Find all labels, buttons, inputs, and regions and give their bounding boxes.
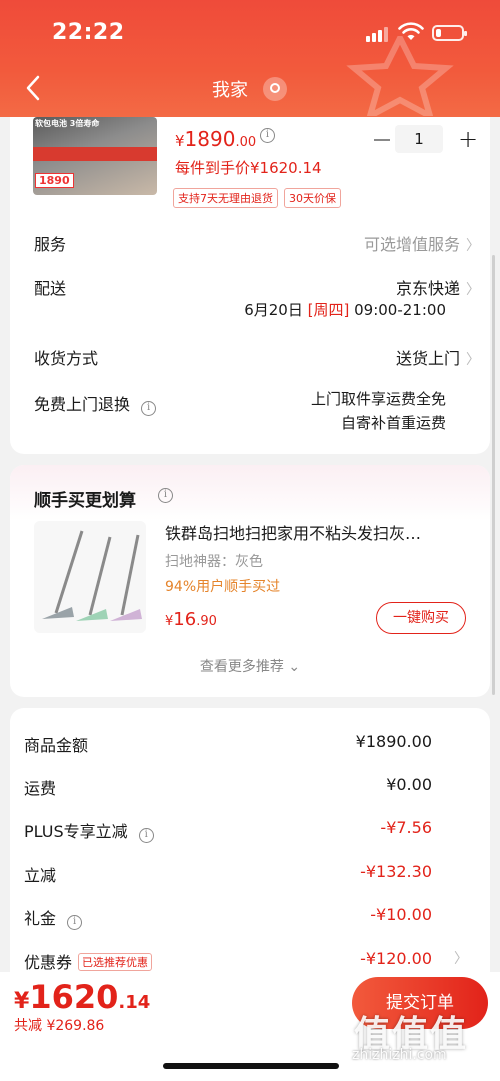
free-return-detail: 上门取件享运费全免 自寄补首重运费 [310, 390, 446, 432]
return-badge: 支持7天无理由退货 [173, 188, 278, 208]
total-saved: 共减 ¥269.86 [14, 1018, 105, 1034]
status-time: 22:22 [52, 20, 125, 45]
price-protect-badge: 30天价保 [284, 188, 341, 208]
home-indicator[interactable] [163, 1063, 339, 1069]
product-image-price: 1890 [35, 173, 74, 188]
chevron-right-icon: 〉 [466, 238, 480, 254]
app-header: 22:22 我家 [0, 0, 500, 117]
recommend-bought-pct: 94%用户顺手买过 [165, 579, 281, 595]
order-product-card: 软包电池 3倍寿命 1890 ¥1890.00 i 1 + 每件到手价¥1620… [10, 117, 490, 454]
service-badges: 支持7天无理由退货 30天价保 [173, 188, 341, 208]
chevron-down-icon: ⌄ [288, 659, 301, 675]
location-icon[interactable] [263, 77, 287, 101]
plus-info-icon[interactable]: i [138, 828, 154, 843]
recommend-card: 顺手买更划算 i 铁群岛扫地扫把家用不粘头发扫灰… 扫地神器：灰色 94%用户顺… [10, 465, 490, 697]
recommend-item-price: ¥16.90 [165, 609, 217, 630]
product-image-caption: 软包电池 3倍寿命 [35, 119, 100, 128]
price-info-icon[interactable]: i [260, 128, 275, 143]
delivery-date: 6月20日 [周四] 09:00-21:00 [244, 301, 446, 319]
recommend-title: 顺手买更划算 [34, 491, 136, 511]
more-recommend-link[interactable]: 查看更多推荐 ⌄ [10, 656, 490, 676]
scrollbar[interactable] [492, 255, 495, 695]
recommend-item-name[interactable]: 铁群岛扫地扫把家用不粘头发扫灰… [165, 520, 465, 544]
product-price: ¥1890.00 [175, 127, 257, 151]
recommend-item-spec: 扫地神器：灰色 [165, 554, 263, 570]
product-image[interactable]: 软包电池 3倍寿命 1890 [33, 117, 157, 195]
quick-buy-button[interactable]: 一键购买 [376, 602, 466, 634]
broom-product-image[interactable] [34, 521, 146, 633]
coupon-tag: 已选推荐优惠 [78, 953, 153, 971]
gift-info-icon[interactable]: i [67, 915, 83, 930]
quantity-decrease-button[interactable] [374, 139, 390, 141]
arrival-price: 每件到手价¥1620.14 [175, 159, 322, 177]
quantity-increase-button[interactable]: + [456, 125, 480, 153]
free-return-info-icon[interactable]: i [141, 401, 157, 416]
recommend-info-icon[interactable]: i [158, 488, 173, 503]
total-price: ¥1620.14 [14, 978, 151, 1016]
page-title: 我家 [212, 80, 248, 101]
coupon-chevron-icon[interactable]: 〉 [454, 948, 468, 968]
watermark-url: zhizhizhi.com [352, 1047, 447, 1063]
quantity-field[interactable]: 1 [395, 125, 443, 153]
chevron-right-icon: 〉 [466, 352, 480, 368]
chevron-right-icon: 〉 [466, 282, 480, 298]
